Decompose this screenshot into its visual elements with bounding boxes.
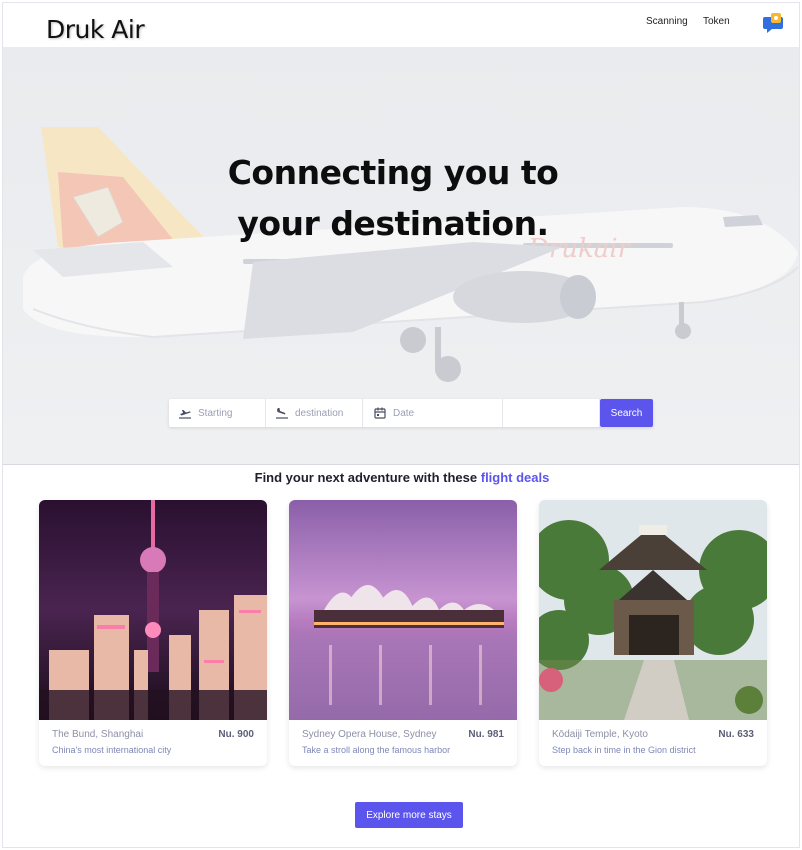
deal-card-shanghai[interactable]: The Bund, Shanghai Nu. 900 China's most … [39,500,267,766]
takeoff-icon [178,406,192,420]
destination-placeholder: destination [295,407,344,419]
nav-link-token[interactable]: Token [703,16,730,27]
card-destination: The Bund, Shanghai [52,729,144,740]
date-field[interactable]: Date [363,399,503,427]
kyoto-image [539,500,767,720]
chat-bubble-icon[interactable] [763,12,785,34]
starting-placeholder: Starting [198,407,233,419]
nav-link-scanning[interactable]: Scanning [646,16,688,27]
card-price: Nu. 981 [468,729,504,740]
shanghai-image [39,500,267,720]
top-header: Druk Air Scanning Token [3,3,799,47]
card-description: Step back in time in the Gion district [552,745,696,755]
deal-card-kyoto[interactable]: Kōdaiji Temple, Kyoto Nu. 633 Step back … [539,500,767,766]
card-price: Nu. 900 [218,729,254,740]
card-destination: Kōdaiji Temple, Kyoto [552,729,648,740]
page-frame: Druk Air Scanning Token Drukair Connecti… [2,2,800,848]
deals-heading-prefix: Find your next adventure with these [254,470,478,485]
explore-more-stays-button[interactable]: Explore more stays [355,802,463,828]
hero-headline: Connecting you to your destination. [3,147,783,249]
card-description: China's most international city [52,745,172,755]
flight-deals-link[interactable]: flight deals [481,470,550,485]
deal-card-sydney[interactable]: Sydney Opera House, Sydney Nu. 981 Take … [289,500,517,766]
sydney-image [289,500,517,720]
card-price: Nu. 633 [718,729,754,740]
search-button[interactable]: Search [600,399,653,427]
hero-headline-line2: your destination. [237,204,549,243]
date-placeholder: Date [393,407,415,419]
hero-section: Drukair Connecting you to your destinati… [3,47,799,465]
extra-search-field[interactable] [503,399,600,427]
flight-search-bar: Starting destination Date Search [169,399,653,427]
brand-logo[interactable]: Druk Air [46,15,145,44]
card-destination: Sydney Opera House, Sydney [302,729,437,740]
starting-field[interactable]: Starting [169,399,266,427]
hero-headline-line1: Connecting you to [227,153,559,192]
deals-heading: Find your next adventure with these flig… [3,470,799,485]
destination-field[interactable]: destination [266,399,363,427]
calendar-icon [373,406,387,420]
landing-icon [275,406,289,420]
card-description: Take a stroll along the famous harbor [302,745,451,755]
